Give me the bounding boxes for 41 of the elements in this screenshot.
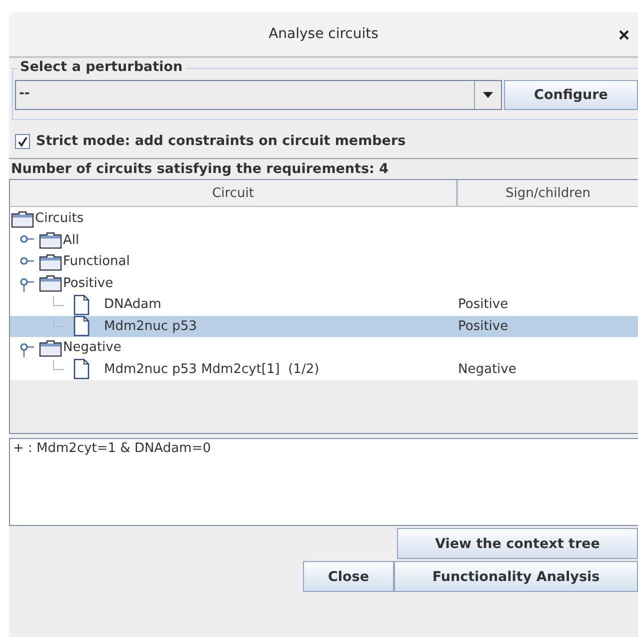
strict-mode-checkbox[interactable] [15,134,30,148]
group-label: Select a perturbation [18,59,187,75]
tree-row[interactable]: Positive [10,272,638,294]
tree-row[interactable]: DNAdam Positive [10,294,638,316]
tree-connector-icon [53,317,64,328]
dropdown-arrow-icon [482,91,494,99]
folder-icon [39,338,62,357]
sign-cell: Negative [458,362,516,377]
tree-item-label: All [63,232,80,248]
column-header[interactable]: Sign/children [458,180,638,206]
tree-row[interactable]: Mdm2nuc p53 Mdm2cyt[1] (1/2) Negative [10,358,638,380]
tree-connector-icon [53,296,64,306]
tree-row[interactable]: Negative [10,337,638,358]
configure-button[interactable]: Configure [504,80,638,110]
functionality-analysis-button[interactable]: Functionality Analysis [394,561,638,592]
folder-icon [39,231,62,250]
tree-item-label: Mdm2nuc p53 [104,318,197,334]
sign-cell: Positive [458,297,508,312]
tree-item-label: Positive [63,276,114,291]
tree-item-label: Circuits [35,211,84,226]
document-icon [73,294,90,316]
tree-row[interactable]: Mdm2nuc p53 Positive [10,316,638,337]
tree-item-label: Negative [63,340,122,356]
sign-cell: Positive [458,318,508,334]
perturbation-dropdown[interactable]: -- [15,80,502,110]
window-title: Analyse circuits [268,26,378,42]
tree-connector-icon [53,360,64,370]
tree-item-label: Functional [63,254,130,270]
checkbox-label: Strict mode: add constraints on circuit members [36,133,406,149]
close-dialog-button[interactable]: Close [303,561,394,592]
context-tree-button[interactable]: View the context tree [397,528,638,559]
circuit-count-label: Number of circuits satisfying the requirements: 4 [9,158,638,178]
tree-item-label: DNAdam [104,297,162,312]
document-icon [73,315,90,338]
tree-item-label: Mdm2nuc p53 Mdm2cyt[1] (1/2) [104,362,320,377]
folder-icon [39,252,62,271]
tree-row[interactable]: Functional [10,251,638,272]
tree-row[interactable]: All [10,230,638,251]
details-text-area[interactable]: + : Mdm2cyt=1 & DNAdam=0 [9,438,638,526]
tree-row[interactable]: Circuits [10,208,638,230]
folder-icon [39,274,62,292]
